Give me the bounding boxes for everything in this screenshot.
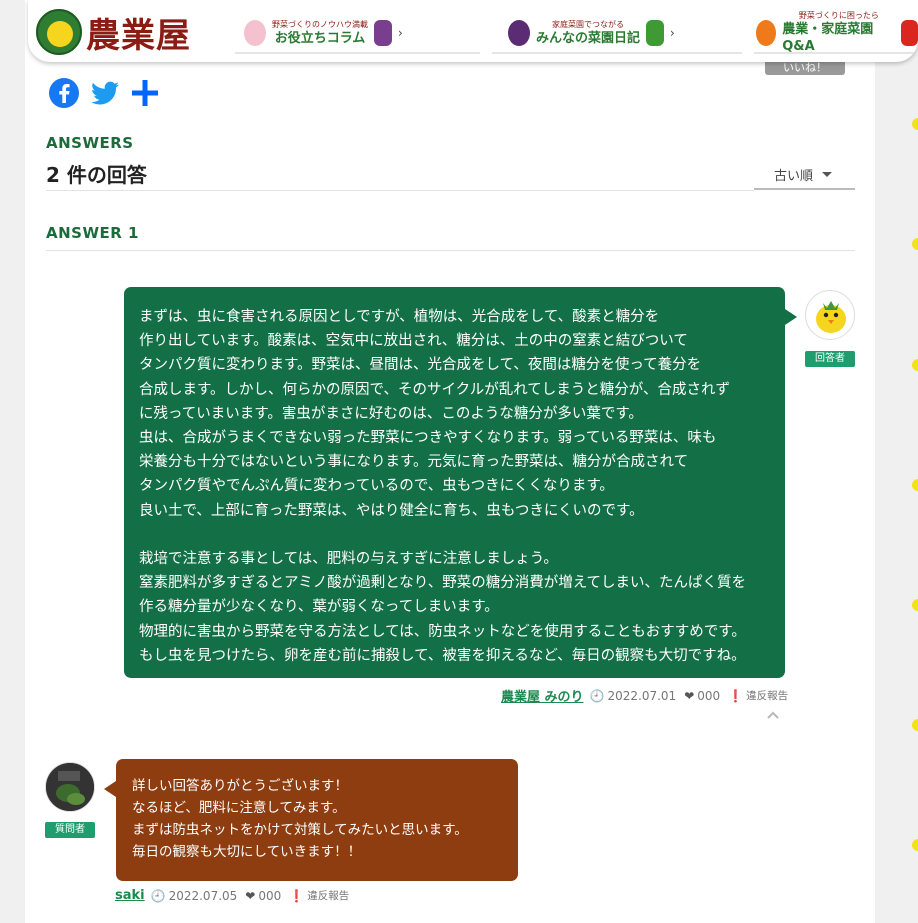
divider xyxy=(46,190,754,191)
site-header: 農業屋 野菜づくりのノウハウ満載 お役立ちコラム › 家庭菜園でつながる みんな… xyxy=(28,0,918,62)
heart-icon[interactable]: ❤ xyxy=(684,689,694,703)
reply-author-link[interactable]: saki xyxy=(115,888,145,903)
tomato-mascot-icon xyxy=(901,20,918,46)
reply-date: 2022.07.05 xyxy=(168,888,238,903)
nav-column-subtitle: 野菜づくりのノウハウ満載 xyxy=(272,19,368,29)
nav-qa-subtitle: 野菜づくりに困ったら xyxy=(798,11,879,20)
nav-qa[interactable]: 野菜づくりに困ったら 農業・家庭菜園Q&A xyxy=(756,11,918,54)
orange-mascot-icon xyxy=(756,20,777,46)
warning-icon: ❗ xyxy=(289,888,305,903)
marker-dot xyxy=(912,599,918,611)
marker-dot xyxy=(912,118,918,130)
answer-meta: 農業屋 みのり 🕘 2022.07.01 ❤ 000 ❗ 違反報告 xyxy=(501,686,788,706)
nav-diary-subtitle: 家庭菜園でつながる xyxy=(552,19,624,29)
answer-label: ANSWER 1 xyxy=(46,224,139,242)
report-link[interactable]: 違反報告 xyxy=(307,888,349,903)
responder-avatar[interactable] xyxy=(805,290,855,340)
chick-mascot-icon xyxy=(816,301,846,333)
answers-section-label: ANSWERS xyxy=(46,134,134,152)
questioner-role-badge: 質問者 xyxy=(45,822,95,838)
answer-author-link[interactable]: 農業屋 みのり xyxy=(501,686,584,705)
marker-dot xyxy=(912,839,918,851)
pepper-mascot-icon xyxy=(646,20,665,46)
nav-qa-title: 農業・家庭菜園Q&A xyxy=(782,22,874,54)
facebook-icon[interactable] xyxy=(48,77,80,109)
reply-meta: saki 🕘 2022.07.05 ❤ 000 ❗ 違反報告 xyxy=(115,888,349,903)
marker-dot xyxy=(912,479,918,491)
answer-date: 2022.07.01 xyxy=(607,688,677,703)
heart-icon[interactable]: ❤ xyxy=(245,889,255,903)
answer-body: まずは、虫に食害される原因としですが、植物は、光合成をして、酸素と糖分を 作り出… xyxy=(139,309,746,664)
chevron-right-icon: › xyxy=(398,26,403,40)
responder-role-badge: 回答者 xyxy=(805,351,855,367)
sort-selected-value: 古い順 xyxy=(774,168,814,184)
nav-divider xyxy=(754,52,918,54)
eggplant-mascot-icon xyxy=(508,20,530,46)
marker-dot xyxy=(912,238,918,250)
site-logo[interactable]: 農業屋 xyxy=(36,8,191,56)
nav-diary[interactable]: 家庭菜園でつながる みんなの菜園日記 › xyxy=(508,14,675,52)
questioner-avatar[interactable] xyxy=(45,762,95,812)
answer-like-count: 000 xyxy=(697,688,721,703)
nav-column-title: お役立ちコラム xyxy=(274,30,366,46)
warning-icon: ❗ xyxy=(728,688,744,703)
twitter-icon[interactable] xyxy=(89,77,121,109)
reply-body: 詳しい回答ありがとうございます！ なるほど、肥料に注意してみます。 まずは防虫ネ… xyxy=(132,778,468,860)
side-markers xyxy=(908,0,918,923)
reply-like-count: 000 xyxy=(258,888,282,903)
sort-dropdown[interactable]: 古い順 xyxy=(754,160,855,190)
clock-icon: 🕘 xyxy=(150,888,166,903)
chevron-right-icon: › xyxy=(670,26,675,40)
nav-divider xyxy=(492,52,742,54)
plant-photo-icon xyxy=(46,763,94,811)
turnip-mascot-icon xyxy=(244,20,266,46)
divider xyxy=(46,250,855,251)
nav-column[interactable]: 野菜づくりのノウハウ満載 お役立ちコラム › xyxy=(244,14,403,52)
report-link[interactable]: 違反報告 xyxy=(746,688,788,703)
mascot-logo-icon xyxy=(36,9,82,55)
clock-icon: 🕘 xyxy=(589,688,605,703)
share-icon[interactable] xyxy=(129,77,161,109)
reply-bubble: 詳しい回答ありがとうございます！ なるほど、肥料に注意してみます。 まずは防虫ネ… xyxy=(104,759,518,881)
nav-diary-title: みんなの菜園日記 xyxy=(536,30,641,46)
nav-divider xyxy=(235,52,480,54)
answer-bubble: まずは、虫に食害される原因としですが、植物は、光合成をして、酸素と糖分を 作り出… xyxy=(124,287,797,678)
marker-dot xyxy=(912,719,918,731)
answers-count-title: 2 件の回答 xyxy=(46,163,147,187)
sweet-potato-icon xyxy=(374,20,392,46)
logo-text: 農業屋 xyxy=(86,15,191,56)
marker-dot xyxy=(912,359,918,371)
collapse-chevron-up-icon[interactable] xyxy=(766,708,780,722)
caret-down-icon xyxy=(822,171,833,177)
